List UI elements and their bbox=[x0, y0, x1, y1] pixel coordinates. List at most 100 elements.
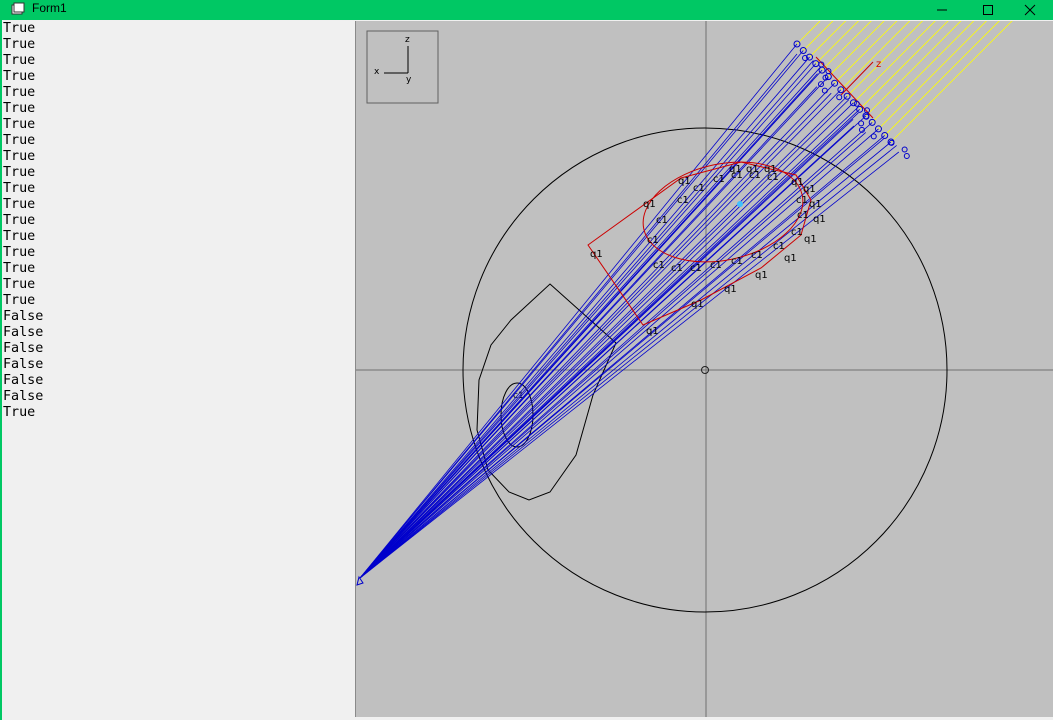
refracted-rays bbox=[359, 43, 900, 579]
ray-labels: q1q1q1q1 q1q1q1q1q1q1q1q1q1q1q1q1c1c1c1c1… bbox=[590, 164, 826, 337]
point-label: q1 bbox=[691, 299, 704, 310]
emitter-marker bbox=[901, 146, 908, 153]
list-item[interactable]: True bbox=[2, 213, 355, 229]
ray-line bbox=[359, 82, 835, 579]
emitter-marker bbox=[836, 94, 843, 101]
curve-label: c1 bbox=[767, 172, 779, 183]
ray-line bbox=[359, 63, 817, 579]
curve-label: c1 bbox=[653, 260, 665, 271]
incoming-ray-line bbox=[846, 21, 923, 97]
point-label: q1 bbox=[755, 270, 768, 281]
curve-label: c1 bbox=[796, 195, 808, 206]
list-item[interactable]: False bbox=[2, 309, 355, 325]
drawing-viewport[interactable]: z x y c1 z q1 q1 q1 q1 q1 q1 q1 q1 q1 q1 q1 q1 q1 q1 q… bbox=[355, 21, 1053, 717]
point-label: q1 bbox=[724, 284, 737, 295]
incoming-ray-line bbox=[840, 21, 911, 91]
curve-label: c1 bbox=[731, 256, 743, 267]
gizmo-x-label: x bbox=[374, 67, 380, 77]
list-item[interactable]: True bbox=[2, 37, 355, 53]
maximize-button[interactable] bbox=[965, 0, 1011, 20]
incoming-ray-line bbox=[871, 21, 975, 123]
close-icon bbox=[1024, 4, 1036, 16]
source-z-label: z bbox=[876, 59, 881, 70]
point-label: q1 bbox=[803, 184, 816, 195]
ray-line bbox=[359, 79, 814, 579]
curve-label: c1 bbox=[791, 227, 803, 238]
list-item[interactable]: False bbox=[2, 325, 355, 341]
curve-label: c1 bbox=[647, 235, 659, 246]
app-icon[interactable] bbox=[11, 1, 25, 15]
result-listbox[interactable]: True True True True True True True True True True… bbox=[2, 21, 355, 720]
ray-line bbox=[359, 102, 854, 579]
ray-line bbox=[359, 60, 814, 579]
list-item[interactable]: True bbox=[2, 85, 355, 101]
curve-label: c1 bbox=[671, 263, 683, 274]
incoming-ray-line bbox=[853, 21, 936, 104]
curve-label: c1 bbox=[713, 174, 725, 185]
emitter-marker bbox=[858, 120, 865, 127]
ray-line bbox=[359, 132, 867, 579]
list-item[interactable]: False bbox=[2, 389, 355, 405]
list-item[interactable]: True bbox=[2, 69, 355, 85]
list-item[interactable]: False bbox=[2, 357, 355, 373]
ray-line bbox=[359, 89, 842, 579]
incoming-ray-line bbox=[802, 21, 834, 51]
gizmo-y-label: y bbox=[406, 75, 412, 85]
list-item[interactable]: True bbox=[2, 133, 355, 149]
close-button[interactable] bbox=[1007, 0, 1053, 20]
focus-point bbox=[737, 201, 743, 207]
list-item[interactable]: True bbox=[2, 181, 355, 197]
ray-line bbox=[359, 56, 810, 579]
point-label: q1 bbox=[643, 199, 656, 210]
ray-line bbox=[359, 50, 804, 579]
point-label: q1 bbox=[791, 177, 804, 188]
point-label: q1 bbox=[646, 326, 659, 337]
ray-line bbox=[359, 109, 860, 579]
curve-label: c1 bbox=[677, 195, 689, 206]
ray-line bbox=[359, 43, 798, 579]
list-item[interactable]: True bbox=[2, 229, 355, 245]
ray-line bbox=[359, 125, 855, 579]
ray-line bbox=[359, 119, 854, 579]
list-item[interactable]: True bbox=[2, 165, 355, 181]
curve-label: c1 bbox=[751, 250, 763, 261]
list-item[interactable]: True bbox=[2, 21, 355, 37]
curve-label: c1 bbox=[656, 215, 668, 226]
list-item[interactable]: True bbox=[2, 277, 355, 293]
emitter-marker bbox=[825, 68, 832, 75]
list-item[interactable]: True bbox=[2, 245, 355, 261]
curve-label: c1 bbox=[749, 170, 761, 181]
source-marker-arm bbox=[840, 61, 874, 96]
list-item[interactable]: True bbox=[2, 405, 355, 421]
minimize-button[interactable] bbox=[919, 0, 965, 20]
curve-label: c1 bbox=[797, 210, 809, 221]
convergence-marker bbox=[356, 575, 364, 586]
curve-label: c1 bbox=[731, 170, 743, 181]
list-item[interactable]: True bbox=[2, 101, 355, 117]
emitter-marker bbox=[870, 133, 877, 140]
ray-line bbox=[359, 86, 818, 579]
curve-label: c1 bbox=[690, 263, 702, 274]
list-item[interactable]: False bbox=[2, 341, 355, 357]
list-item[interactable]: True bbox=[2, 197, 355, 213]
window-title: Form1 bbox=[32, 1, 67, 15]
list-item[interactable]: True bbox=[2, 149, 355, 165]
title-bar[interactable]: Form1 bbox=[0, 0, 1053, 20]
minimize-icon bbox=[937, 9, 947, 11]
list-item[interactable]: True bbox=[2, 293, 355, 309]
list-item[interactable]: True bbox=[2, 261, 355, 277]
emitter-marker bbox=[903, 153, 910, 159]
incoming-ray-line bbox=[878, 21, 987, 130]
point-label: q1 bbox=[813, 214, 826, 225]
list-item[interactable]: False bbox=[2, 373, 355, 389]
point-label: q1 bbox=[678, 176, 691, 187]
maximize-icon bbox=[983, 5, 993, 15]
ray-line bbox=[359, 122, 873, 579]
list-item[interactable]: True bbox=[2, 117, 355, 133]
curve-label: c1 bbox=[693, 183, 705, 194]
ray-line bbox=[359, 105, 860, 579]
list-item[interactable]: True bbox=[2, 53, 355, 69]
scene-svg: z x y c1 z q1q1q1q1 q1q1q1q1q1q1q1q1q1q1q… bbox=[356, 21, 1053, 717]
incoming-ray-line bbox=[890, 21, 1013, 143]
emitter-marker bbox=[821, 87, 828, 94]
